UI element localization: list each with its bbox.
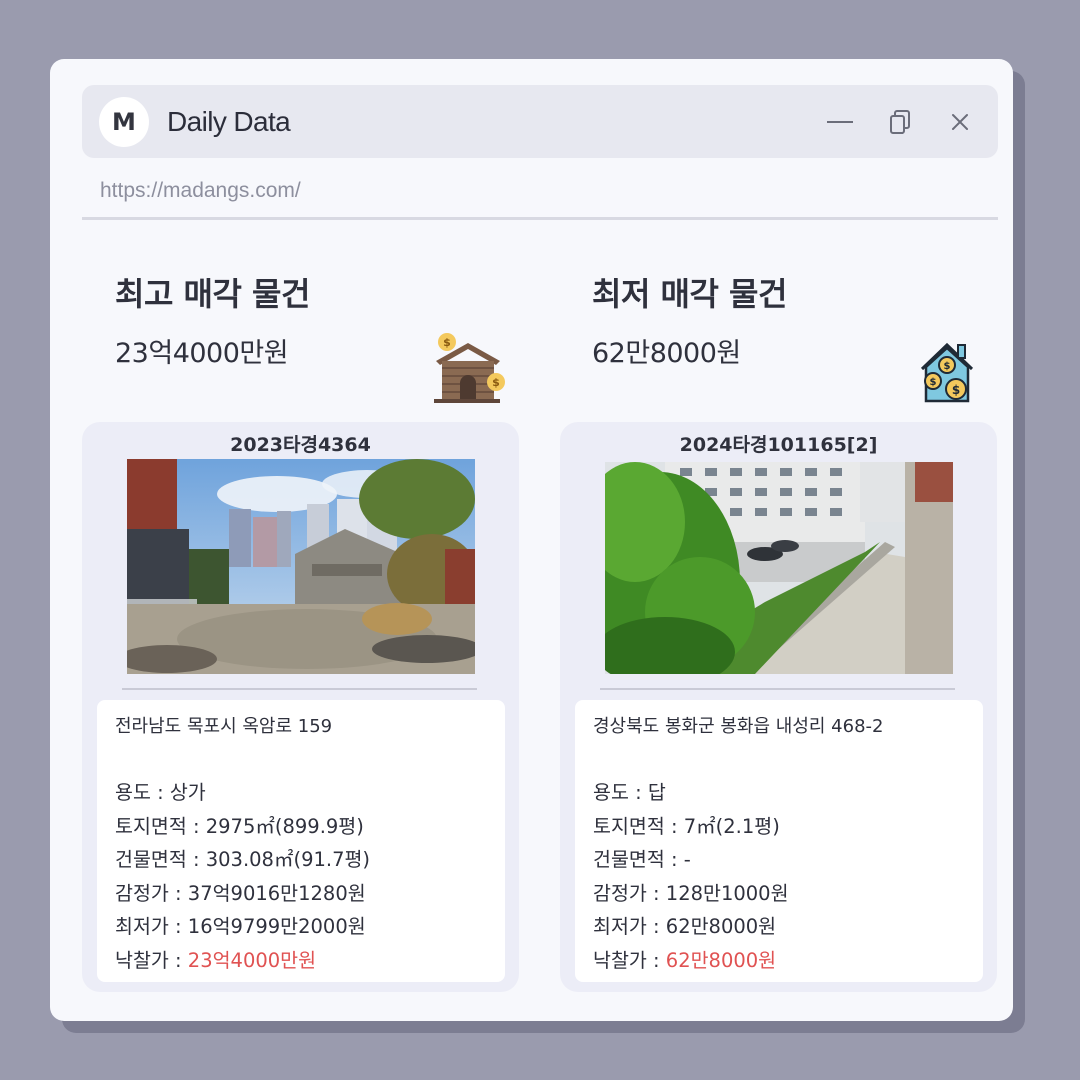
close-icon — [952, 113, 968, 130]
listing-info: 전라남도 목포시 옥암로 159 용도 : 상가 토지면적 : 2975㎡(89… — [97, 700, 505, 982]
field-building-area: 건물면적 : 303.08㎡(91.7평) — [115, 848, 371, 871]
property-photo — [127, 459, 475, 674]
card-divider — [600, 688, 955, 690]
field-building-area: 건물면적 : - — [593, 848, 691, 871]
listing-card[interactable]: 2023타경4364 전라남도 목포시 옥암로 159 용도: 상가 토지면적… — [82, 422, 519, 992]
listing-info: 경상북도 봉화군 봉화읍 내성리 468-2 용도 : 답 토지면적 : 7㎡(… — [575, 700, 983, 982]
svg-text:$: $ — [952, 383, 960, 397]
house-money-icon: $ $ — [434, 333, 505, 403]
field-land-area: 토지면적 : 7㎡(2.1평) — [593, 814, 780, 838]
address: 전라남도 목포시 옥암로 159 — [115, 716, 333, 737]
field-minimum-price: 최저가 : 62만8000원 — [593, 915, 777, 938]
lowest-value: 62만8000원 — [592, 338, 741, 369]
svg-text:$: $ — [944, 361, 951, 372]
field-winning-bid: 낙찰가 : 62만8000원 — [593, 948, 777, 972]
svg-text:$: $ — [930, 377, 937, 388]
property-photo — [605, 462, 953, 674]
highest-value: 23억4000만원 — [115, 338, 289, 369]
title-bar: M Daily Data — [82, 85, 998, 158]
lowest-summary: 최저 매각 물건 62만8000원 — [592, 269, 787, 370]
copy-icon — [890, 109, 910, 134]
field-usage: 용도 : 답 — [593, 781, 666, 804]
card-divider — [122, 688, 477, 690]
svg-text:$: $ — [443, 336, 451, 349]
app-title: Daily Data — [167, 105, 291, 137]
app-logo: M — [99, 96, 149, 147]
field-appraisal: 감정가 : 37억9016만1280원 — [115, 881, 366, 905]
window-controls — [804, 85, 984, 158]
field-minimum-price: 최저가 : 16억9799만2000원 — [115, 915, 366, 938]
app-window: M Daily Data https://madangs.com/ 최고 매각 … — [50, 59, 1013, 1021]
field-land-area: 토지면적 : 2975㎡(899.9평) — [115, 814, 364, 838]
case-number: 2024타경101165[2] — [679, 434, 878, 456]
winning-bid-value: 23억4000만원 — [187, 948, 317, 972]
copy-button[interactable] — [876, 98, 924, 146]
field-appraisal: 감정가 : 128만1000원 — [593, 881, 789, 905]
lowest-title: 최저 매각 물건 — [592, 275, 787, 313]
field-winning-bid: 낙찰가 : 23억4000만원 — [115, 948, 317, 972]
winning-bid-value: 62만8000원 — [665, 948, 777, 972]
url-divider — [82, 217, 998, 220]
highest-summary: 최고 매각 물건 23억4000만원 — [115, 269, 310, 370]
case-number: 2023타경4364 — [230, 434, 371, 456]
minimize-button[interactable] — [816, 98, 864, 146]
url-text[interactable]: https://madangs.com/ — [100, 179, 301, 203]
listing-card[interactable]: 2024타경101165[2] 경상북도 봉화군 봉화읍 내성리 468-2 용… — [560, 422, 997, 992]
minimize-icon — [827, 120, 853, 123]
svg-text:$: $ — [492, 376, 500, 389]
home-coins-icon: $ $ $ — [920, 342, 974, 403]
address: 경상북도 봉화군 봉화읍 내성리 468-2 — [593, 716, 884, 737]
close-button[interactable] — [936, 98, 984, 146]
field-usage: 용도 : 상가 — [115, 781, 206, 804]
highest-title: 최고 매각 물건 — [115, 275, 310, 313]
